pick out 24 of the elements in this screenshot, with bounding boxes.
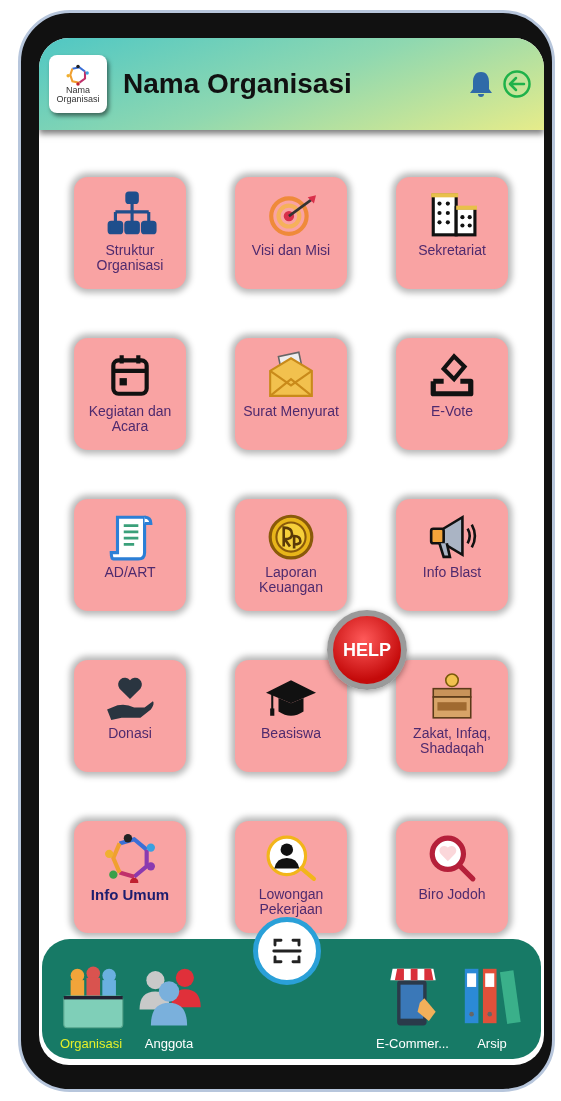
menu-tile[interactable]: Lowongan Pekerjaan	[235, 821, 347, 933]
menu-tile[interactable]: Laporan Keuangan	[235, 499, 347, 611]
nav-tab[interactable]: Arsip	[453, 962, 531, 1051]
menu-tile[interactable]: Info Blast	[396, 499, 508, 611]
app-title: Nama Organisasi	[123, 68, 353, 100]
people-ring-icon	[102, 833, 158, 883]
menu-tile[interactable]: Info Umum	[74, 821, 186, 933]
menu-tile[interactable]: Struktur Organisasi	[74, 177, 186, 289]
menu-tile[interactable]: Biro Jodoh	[396, 821, 508, 933]
nav-tab[interactable]: Anggota	[130, 962, 208, 1051]
menu-tile[interactable]: AD/ART	[74, 499, 186, 611]
menu-tile[interactable]: Visi dan Misi	[235, 177, 347, 289]
menu-tile[interactable]: Surat Menyurat	[235, 338, 347, 450]
nav-tab[interactable]: Organisasi	[52, 962, 130, 1051]
help-button[interactable]: HELP	[327, 610, 407, 690]
menu-tile[interactable]: Zakat, Infaq, Shadaqah	[396, 660, 508, 772]
menu-tile[interactable]: Sekretariat	[396, 177, 508, 289]
menu-tile[interactable]: Donasi	[74, 660, 186, 772]
menu-tile[interactable]: E-Vote	[396, 338, 508, 450]
logo-caption: Nama Organisasi	[55, 85, 101, 105]
nav-tab[interactable]: E-Commer...	[372, 962, 453, 1051]
menu-tile[interactable]: Kegiatan dan Acara	[74, 338, 186, 450]
people-ring-icon	[64, 63, 92, 86]
menu-tile[interactable]: Beasiswa	[235, 660, 347, 772]
